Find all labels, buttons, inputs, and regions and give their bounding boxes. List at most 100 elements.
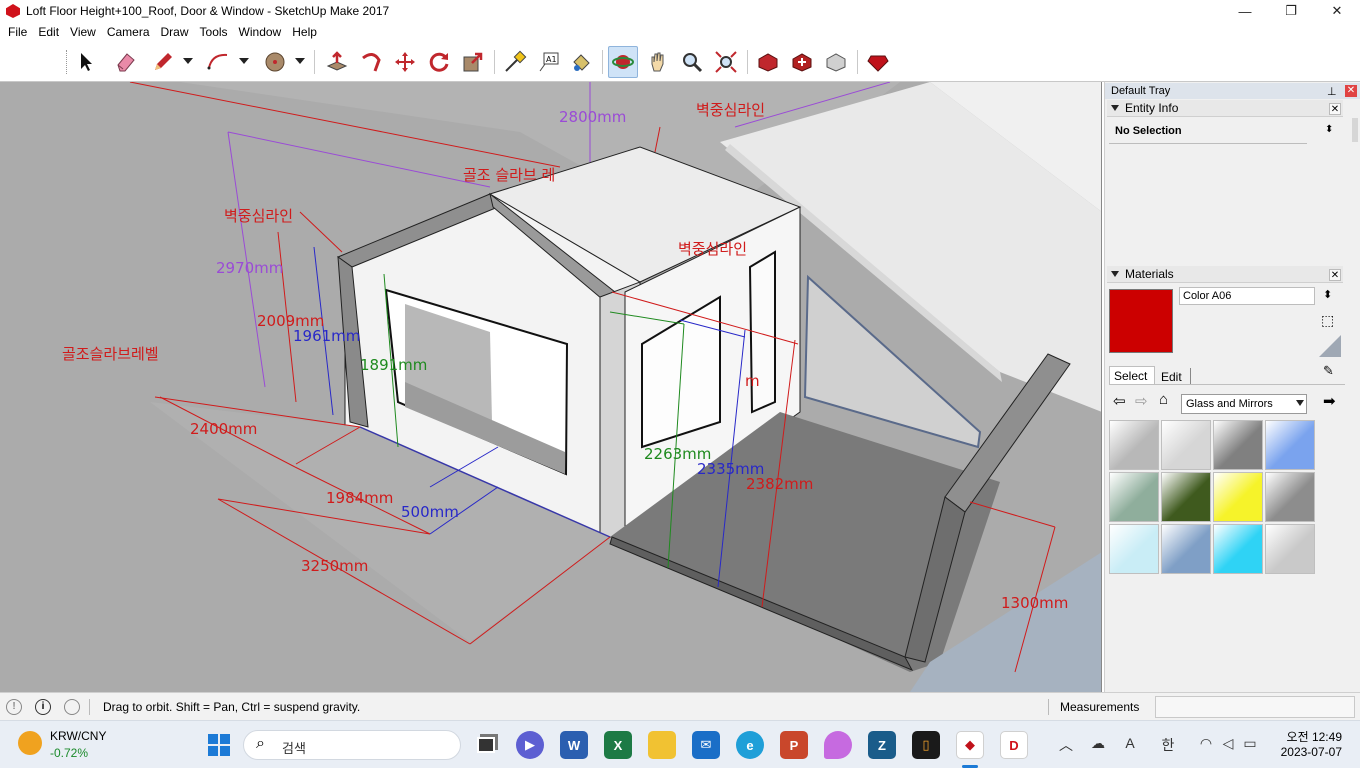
paint-bucket-tool-button[interactable] [566, 46, 596, 78]
dwg-viewer-icon[interactable]: D [1000, 731, 1028, 759]
arc-tool-button[interactable] [203, 46, 233, 78]
sample-paint-icon[interactable]: ⬚ [1321, 312, 1339, 330]
menu-file[interactable]: File [4, 25, 31, 39]
start-button[interactable] [205, 731, 233, 759]
back-arrow-icon[interactable]: ⇦ [1113, 392, 1126, 410]
menu-edit[interactable]: Edit [34, 25, 63, 39]
mail-app-icon[interactable]: ✉ [692, 731, 720, 759]
restore-button[interactable]: ❐ [1268, 0, 1314, 22]
battery-icon[interactable]: ▭ [1240, 735, 1260, 755]
sketchup-taskbar-icon[interactable]: ◆ [956, 731, 984, 759]
extension-warehouse-button[interactable] [787, 46, 817, 78]
minimize-button[interactable]: — [1222, 0, 1268, 22]
word-app-icon[interactable]: W [560, 731, 588, 759]
material-swatch-glass-cyan[interactable] [1213, 524, 1263, 574]
material-swatch-glass-green[interactable] [1161, 472, 1211, 522]
scale-tool-button[interactable] [458, 46, 488, 78]
current-material-preview[interactable] [1109, 289, 1173, 353]
materials-close-button[interactable]: ✕ [1329, 269, 1341, 281]
move-tool-button[interactable] [390, 46, 420, 78]
model-viewport[interactable]: 2800mm 벽중심라인 골조 슬라브 레 벽중심라인 벽중심라인 2970mm… [0, 82, 1102, 692]
stock-widget-icon[interactable] [18, 731, 42, 755]
menu-view[interactable]: View [66, 25, 100, 39]
measurements-input[interactable] [1155, 696, 1355, 718]
tape-measure-tool-button[interactable] [500, 46, 530, 78]
tab-edit[interactable]: Edit [1157, 368, 1191, 384]
file-explorer-icon[interactable] [648, 731, 676, 759]
tray-scrollbar[interactable] [1352, 118, 1358, 142]
eyedropper-icon[interactable]: ✎ [1323, 363, 1341, 381]
paint-app-icon[interactable] [824, 731, 852, 759]
taskbar-search-box[interactable]: ⌕ 검색 [243, 730, 461, 760]
arc-dropdown[interactable] [238, 54, 250, 68]
powerpoint-app-icon[interactable]: P [780, 731, 808, 759]
app-zeta-icon[interactable]: Z [868, 731, 896, 759]
pencil-tool-button[interactable] [148, 46, 178, 78]
menu-tools[interactable]: Tools [196, 25, 232, 39]
clock-time[interactable]: 오전 12:49 [1278, 728, 1342, 745]
material-swatch-glass-sky[interactable] [1161, 524, 1211, 574]
material-swatch-glass-block[interactable] [1213, 420, 1263, 470]
select-tool-button[interactable] [70, 46, 100, 78]
zoom-extents-tool-button[interactable] [711, 46, 741, 78]
tab-select[interactable]: Select [1109, 366, 1155, 384]
menu-help[interactable]: Help [288, 25, 321, 39]
menu-camera[interactable]: Camera [103, 25, 154, 39]
collection-select[interactable]: Glass and Mirrors [1181, 394, 1307, 414]
toolbar-grip[interactable] [66, 50, 68, 74]
wifi-icon[interactable]: ◠ [1196, 735, 1216, 755]
clock-date[interactable]: 2023-07-07 [1278, 745, 1342, 759]
tray-close-button[interactable]: ✕ [1345, 85, 1357, 97]
material-swatch-glass-gray[interactable] [1265, 472, 1315, 522]
orbit-tool-button[interactable] [608, 46, 638, 78]
ime-mode-han[interactable]: 한 [1158, 735, 1178, 755]
info-icon[interactable]: i [35, 699, 51, 715]
menu-window[interactable]: Window [235, 25, 286, 39]
3d-warehouse-button[interactable] [753, 46, 783, 78]
share-model-button[interactable] [821, 46, 851, 78]
user-account-icon[interactable] [64, 699, 80, 715]
material-swatch-mirror-light[interactable] [1161, 420, 1211, 470]
material-name-field[interactable] [1179, 287, 1315, 305]
details-arrow-icon[interactable]: ⬍ [1325, 124, 1337, 140]
follow-me-tool-button[interactable] [356, 46, 386, 78]
pencil-dropdown[interactable] [182, 54, 194, 68]
ime-mode-a[interactable]: A [1120, 735, 1140, 755]
material-swatch-glass-frosted[interactable] [1265, 524, 1315, 574]
material-swatch-mirror-gray[interactable] [1109, 420, 1159, 470]
material-swatch-glass-yellow[interactable] [1213, 472, 1263, 522]
pan-tool-button[interactable] [643, 46, 673, 78]
material-swatch-glass-striped[interactable] [1109, 472, 1159, 522]
menu-draw[interactable]: Draw [157, 25, 193, 39]
eraser-tool-button[interactable] [111, 46, 141, 78]
pin-icon[interactable]: ⊥ [1327, 85, 1337, 98]
push-pull-tool-button[interactable] [322, 46, 352, 78]
forward-arrow-icon[interactable]: ⇨ [1135, 392, 1148, 410]
create-material-icon[interactable]: ⬍ [1323, 288, 1337, 304]
chevron-up-icon[interactable]: ︿ [1056, 735, 1076, 755]
speaker-icon[interactable]: ◁ [1218, 735, 1238, 755]
text-tool-button[interactable]: A1 [534, 46, 564, 78]
ticker-name[interactable]: KRW/CNY [50, 729, 106, 743]
entity-info-header[interactable]: Entity Info [1107, 100, 1343, 117]
home-icon[interactable]: ⌂ [1159, 391, 1168, 408]
zoom-tool-button[interactable] [677, 46, 707, 78]
material-swatch-glass-cyan-pattern[interactable] [1109, 524, 1159, 574]
extension-manager-button[interactable] [863, 46, 893, 78]
edge-browser-icon[interactable]: e [736, 731, 764, 759]
zoom-app-icon[interactable]: ▶ [516, 731, 544, 759]
excel-app-icon[interactable]: X [604, 731, 632, 759]
materials-header[interactable]: Materials [1107, 266, 1343, 283]
close-button[interactable]: ✕ [1314, 0, 1360, 22]
material-swatch-glass-blue[interactable] [1265, 420, 1315, 470]
sketchbook-app-icon[interactable]: ▯ [912, 731, 940, 759]
entity-info-close-button[interactable]: ✕ [1329, 103, 1341, 115]
rotate-tool-button[interactable] [424, 46, 454, 78]
shapes-dropdown[interactable] [294, 54, 306, 68]
details-arrow-icon[interactable]: ➡ [1323, 392, 1336, 410]
material-preview-toggle-icon[interactable] [1319, 335, 1341, 357]
shapes-tool-button[interactable] [260, 46, 290, 78]
geo-location-icon[interactable]: ! [6, 699, 22, 715]
task-view-button[interactable] [472, 731, 500, 759]
cloud-offline-icon[interactable]: ☁ [1088, 735, 1108, 755]
